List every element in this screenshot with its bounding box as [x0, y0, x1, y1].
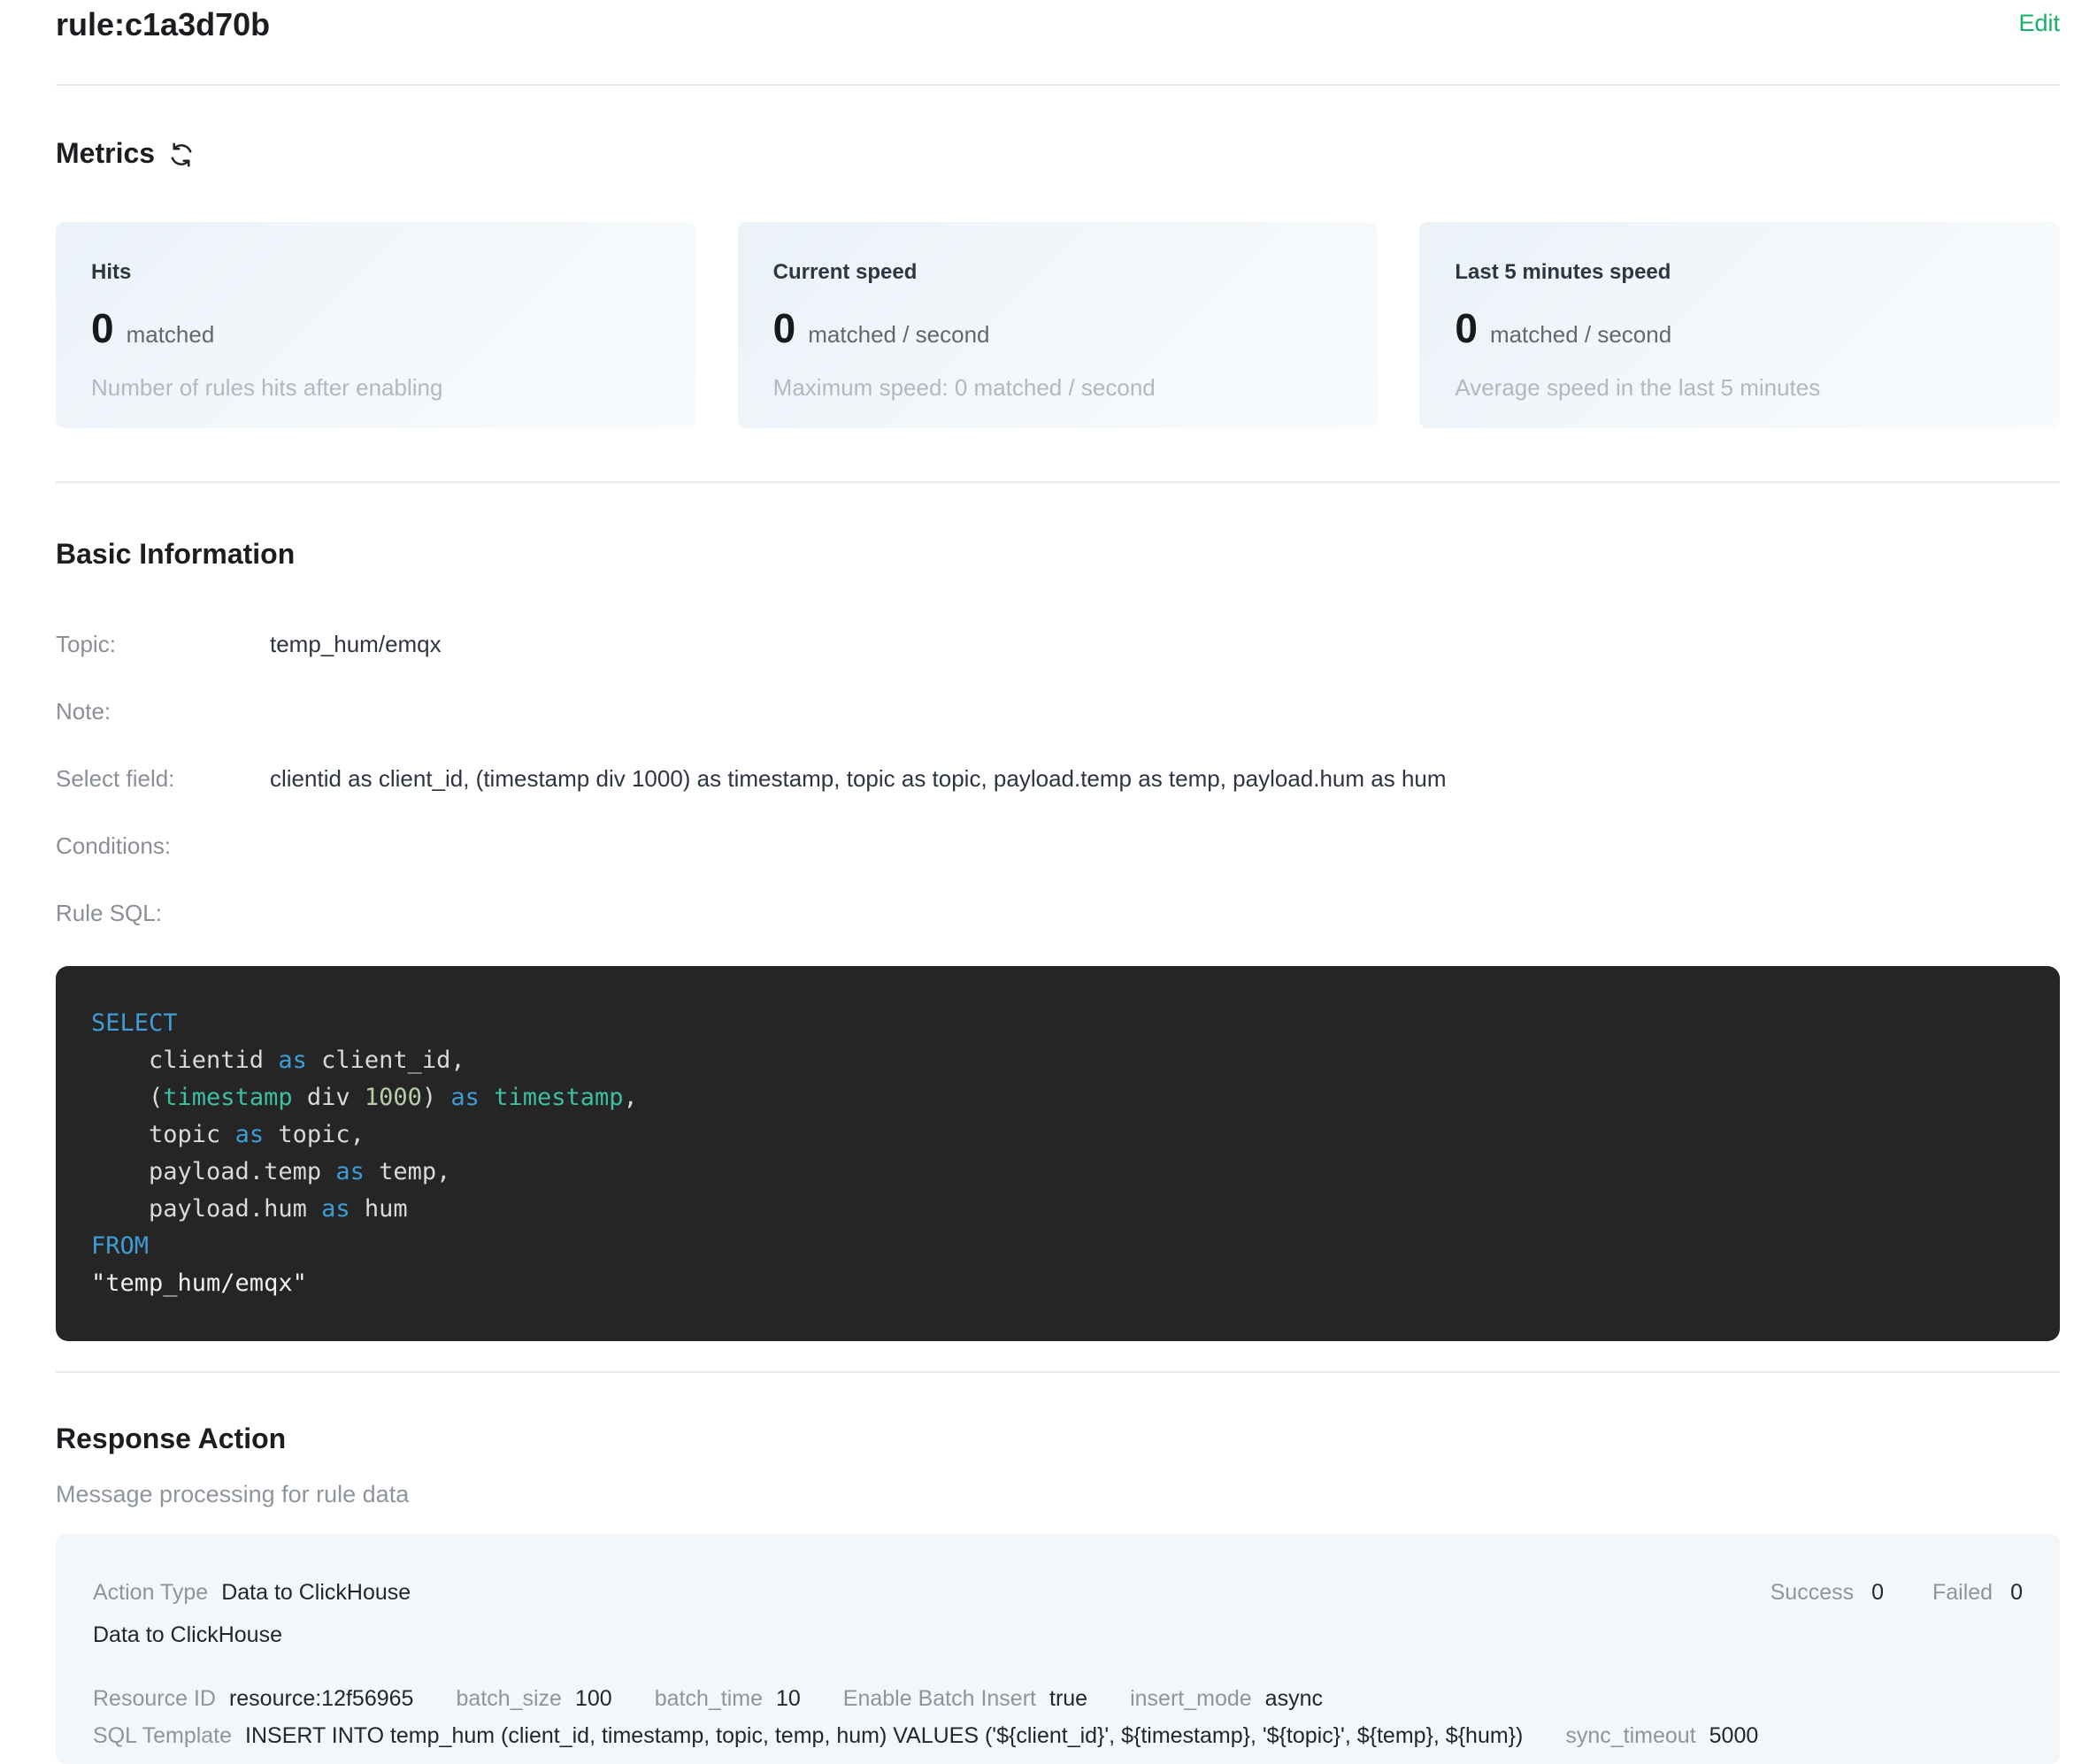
metric-card-title: Hits — [91, 259, 661, 286]
response-action-card: Action Type Data to ClickHouse Success 0… — [56, 1534, 2060, 1764]
divider — [56, 1371, 2060, 1373]
metric-card-current-speed: Current speed 0 matched / second Maximum… — [738, 222, 1379, 428]
metric-cards: Hits 0 matched Number of rules hits afte… — [56, 222, 2060, 428]
basic-information-rows: Topic: temp_hum/emqx Note: Select field:… — [56, 630, 2060, 927]
sql-line: FROM — [91, 1232, 149, 1260]
param-label: batch_size — [456, 1684, 562, 1713]
action-type-row: Action Type Data to ClickHouse Success 0… — [93, 1578, 2023, 1607]
metric-value: 0 — [91, 305, 114, 351]
action-name: Data to ClickHouse — [93, 1621, 2023, 1649]
edit-link[interactable]: Edit — [2018, 7, 2060, 39]
metric-unit: matched / second — [1490, 311, 1671, 357]
info-row-select-field: Select field: clientid as client_id, (ti… — [56, 764, 2060, 793]
metric-value-row: 0 matched / second — [1455, 305, 2024, 357]
metric-card-title: Current speed — [773, 259, 1343, 286]
failed-value: 0 — [2010, 1578, 2023, 1607]
response-action-subtitle: Message processing for rule data — [56, 1479, 2060, 1509]
metric-unit: matched / second — [808, 311, 989, 357]
metric-value: 0 — [773, 305, 796, 351]
param-value: 10 — [776, 1684, 801, 1713]
info-row-note: Note: — [56, 697, 2060, 725]
metric-caption: Maximum speed: 0 matched / second — [773, 373, 1343, 402]
info-row-rule-sql: Rule SQL: — [56, 899, 2060, 927]
param-label: Enable Batch Insert — [843, 1684, 1036, 1713]
info-value: temp_hum/emqx — [270, 630, 2060, 658]
metric-caption: Number of rules hits after enabling — [91, 373, 661, 402]
success-label: Success — [1771, 1578, 1854, 1607]
sql-line: (timestamp div 1000) as timestamp, — [91, 1084, 638, 1111]
param-value: 100 — [575, 1684, 612, 1713]
sql-line: payload.hum as hum — [91, 1195, 408, 1223]
metric-card-last-5-minutes-speed: Last 5 minutes speed 0 matched / second … — [1419, 222, 2060, 428]
sql-line: SELECT — [91, 1009, 178, 1037]
info-label: Note: — [56, 697, 270, 725]
param-batch-time: batch_time 10 — [655, 1684, 801, 1713]
action-type-label: Action Type — [93, 1578, 208, 1607]
info-label: Conditions: — [56, 832, 270, 860]
page-title: rule:c1a3d70b — [56, 5, 270, 44]
action-type-value: Data to ClickHouse — [221, 1578, 411, 1607]
basic-information-heading: Basic Information — [56, 536, 2060, 571]
info-label: Rule SQL: — [56, 899, 270, 927]
metric-value-row: 0 matched — [91, 305, 661, 357]
failed-counter: Failed 0 — [1932, 1578, 2023, 1607]
info-value — [270, 899, 2060, 927]
info-label: Topic: — [56, 630, 270, 658]
param-insert-mode: insert_mode async — [1130, 1684, 1323, 1713]
failed-label: Failed — [1932, 1578, 1993, 1607]
sql-line: "temp_hum/emqx" — [91, 1269, 307, 1297]
action-type-pair: Action Type Data to ClickHouse — [93, 1578, 411, 1607]
info-value — [270, 697, 2060, 725]
param-sql-template: SQL Template INSERT INTO temp_hum (clien… — [93, 1722, 1523, 1750]
param-label: batch_time — [655, 1684, 763, 1713]
rule-sql-code: SELECT clientid as client_id, (timestamp… — [56, 966, 2060, 1341]
param-value: resource:12f56965 — [229, 1684, 413, 1713]
param-value: true — [1049, 1684, 1087, 1713]
param-label: insert_mode — [1130, 1684, 1252, 1713]
param-value: INSERT INTO temp_hum (client_id, timesta… — [245, 1722, 1523, 1750]
param-sync-timeout: sync_timeout 5000 — [1565, 1722, 1758, 1750]
metric-value: 0 — [1455, 305, 1478, 351]
param-value: 5000 — [1709, 1722, 1759, 1750]
action-counters: Success 0 Failed 0 — [1771, 1578, 2023, 1607]
param-enable-batch-insert: Enable Batch Insert true — [843, 1684, 1087, 1713]
metric-card-title: Last 5 minutes speed — [1455, 259, 2024, 286]
param-label: Resource ID — [93, 1684, 216, 1713]
sql-line: clientid as client_id, — [91, 1047, 465, 1074]
success-counter: Success 0 — [1771, 1578, 1884, 1607]
param-label: sync_timeout — [1565, 1722, 1695, 1750]
param-batch-size: batch_size 100 — [456, 1684, 611, 1713]
metrics-heading: Metrics — [56, 135, 155, 171]
info-row-topic: Topic: temp_hum/emqx — [56, 630, 2060, 658]
success-value: 0 — [1871, 1578, 1884, 1607]
rule-detail-page: rule:c1a3d70b Edit Metrics Hits 0 matche… — [0, 0, 2074, 1764]
sql-line: topic as topic, — [91, 1121, 365, 1148]
action-params-row: Resource ID resource:12f56965 batch_size… — [93, 1684, 2023, 1713]
metric-card-hits: Hits 0 matched Number of rules hits afte… — [56, 222, 696, 428]
info-value — [270, 832, 2060, 860]
info-value: clientid as client_id, (timestamp div 10… — [270, 764, 2060, 793]
metrics-header: Metrics — [56, 135, 2060, 171]
metric-unit: matched — [127, 311, 215, 357]
divider — [56, 481, 2060, 483]
param-value: async — [1265, 1684, 1323, 1713]
param-label: SQL Template — [93, 1722, 232, 1750]
info-row-conditions: Conditions: — [56, 832, 2060, 860]
info-label: Select field: — [56, 764, 270, 793]
param-resource-id: Resource ID resource:12f56965 — [93, 1684, 413, 1713]
sql-line: payload.temp as temp, — [91, 1158, 450, 1185]
refresh-icon[interactable] — [167, 141, 196, 169]
action-params-row: SQL Template INSERT INTO temp_hum (clien… — [93, 1722, 2023, 1750]
page-header: rule:c1a3d70b Edit — [56, 5, 2060, 44]
metric-caption: Average speed in the last 5 minutes — [1455, 373, 2024, 402]
divider — [56, 84, 2060, 86]
metric-value-row: 0 matched / second — [773, 305, 1343, 357]
response-action-heading: Response Action — [56, 1421, 2060, 1456]
